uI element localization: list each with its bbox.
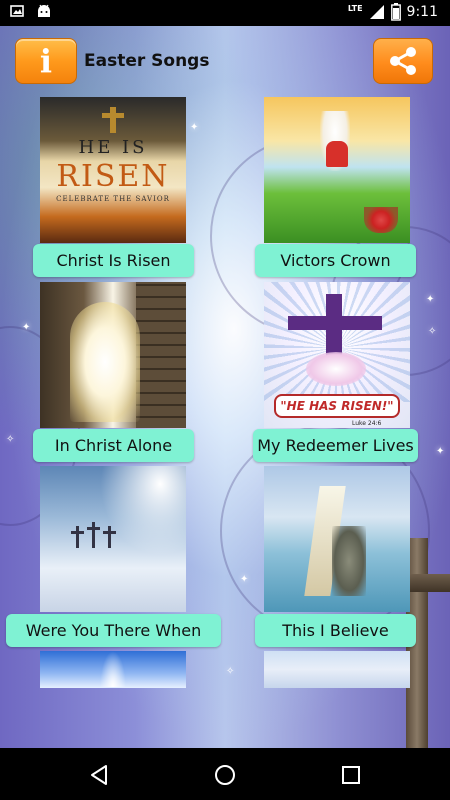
thumbnail-he-has-risen[interactable]: "HE HAS RISEN!" Luke 24:6: [264, 282, 410, 428]
sparkle-icon: ✧: [6, 434, 15, 445]
image-icon: [10, 5, 24, 17]
battery-icon: [390, 3, 401, 21]
thumbnail-text: RISEN: [56, 159, 170, 194]
thumbnail-he-is-risen[interactable]: HE IS RISEN CELEBRATE THE SAVIOR: [40, 97, 186, 243]
thumbnail-text: Luke 24:6: [352, 420, 382, 427]
thumbnail-empty-tomb[interactable]: [40, 282, 186, 428]
thumbnail-calvary-clouds[interactable]: [40, 466, 186, 612]
thumbnail-heavenly-path[interactable]: [264, 466, 410, 612]
info-icon: i: [39, 42, 53, 80]
app-title: Easter Songs: [84, 51, 210, 71]
sparkle-icon: ✦: [190, 122, 199, 133]
thumbnail-partial[interactable]: [264, 651, 410, 688]
thumbnail-text: HE IS: [78, 137, 148, 158]
song-label[interactable]: Victors Crown: [255, 244, 416, 277]
song-label[interactable]: Were You There When: [6, 614, 221, 647]
thumbnail-ascension[interactable]: [264, 97, 410, 243]
thumbnail-text: CELEBRATE THE SAVIOR: [56, 195, 170, 203]
network-type: LTE: [347, 3, 363, 13]
status-bar: LTE 9:11: [0, 0, 450, 26]
back-icon: [91, 765, 107, 785]
home-button[interactable]: [212, 762, 238, 788]
recents-button[interactable]: [338, 762, 364, 788]
song-label[interactable]: In Christ Alone: [33, 429, 194, 462]
sparkle-icon: ✧: [428, 326, 437, 337]
song-label[interactable]: My Redeemer Lives: [253, 429, 418, 462]
sparkle-icon: ✦: [436, 446, 445, 457]
sparkle-icon: ✦: [426, 294, 435, 305]
share-icon: [390, 47, 416, 75]
share-button[interactable]: [373, 38, 433, 84]
song-label[interactable]: Christ Is Risen: [33, 244, 194, 277]
navigation-bar: [0, 748, 450, 800]
sparkle-icon: ✧: [226, 666, 235, 677]
app-header: i Easter Songs: [0, 26, 450, 96]
back-button[interactable]: [86, 762, 112, 788]
android-icon: [38, 4, 50, 17]
info-button[interactable]: i: [15, 38, 77, 84]
sparkle-icon: ✦: [240, 574, 249, 585]
home-icon: [215, 765, 235, 785]
signal-icon: [369, 5, 384, 19]
thumbnail-text: "HE HAS RISEN!": [274, 394, 400, 418]
clock: 9:11: [406, 4, 438, 20]
sparkle-icon: ✦: [22, 322, 31, 333]
song-label[interactable]: This I Believe: [255, 614, 416, 647]
recents-icon: [342, 766, 360, 784]
thumbnail-partial[interactable]: [40, 651, 186, 688]
